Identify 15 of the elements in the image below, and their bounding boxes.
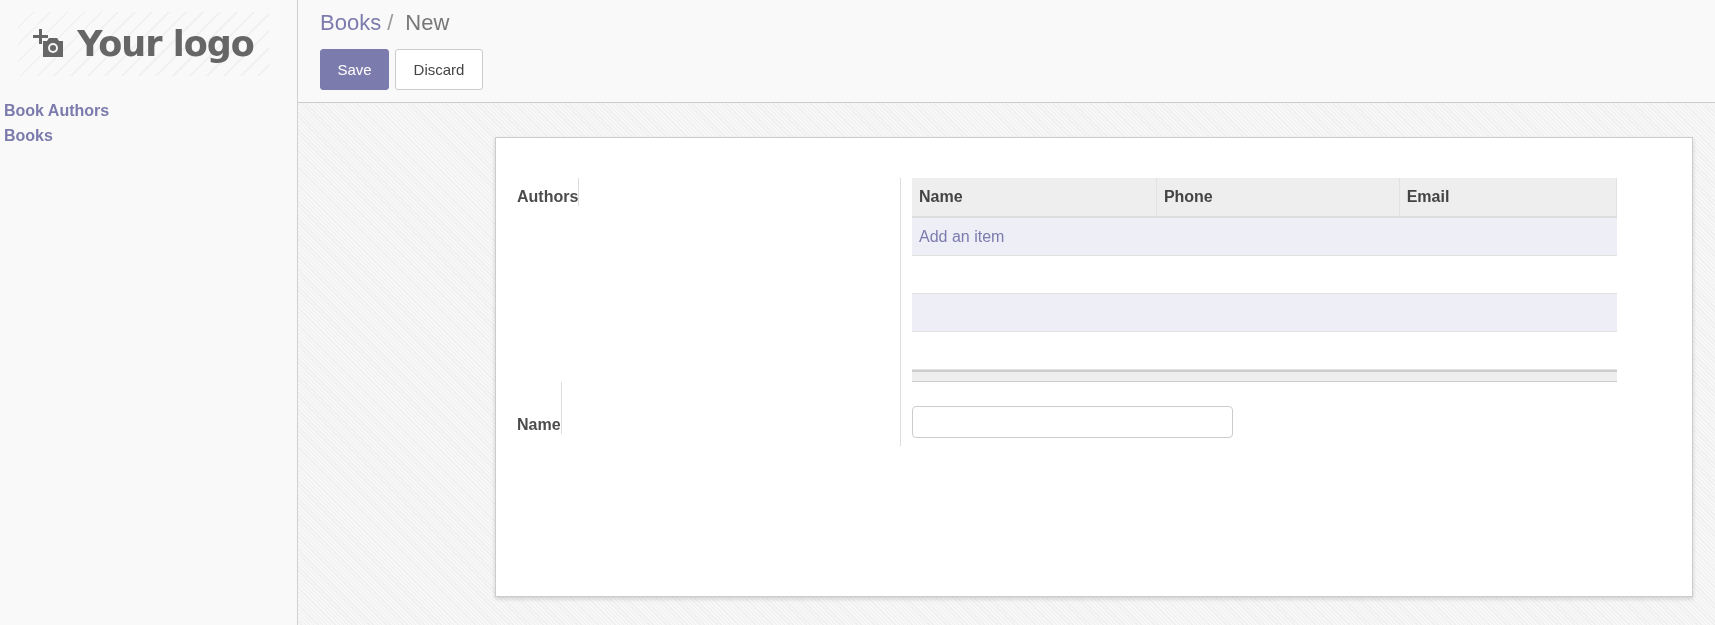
- column-header[interactable]: Phone: [1156, 178, 1400, 217]
- column-header[interactable]: Email: [1399, 178, 1617, 217]
- field-label: Authors: [517, 178, 580, 206]
- menu-link[interactable]: Book Authors: [4, 98, 110, 123]
- column-header[interactable]: Name: [912, 178, 1157, 217]
- logo-text: Your logo: [77, 24, 254, 64]
- add-item-link[interactable]: Add an item: [919, 227, 1005, 245]
- breadcrumb-separator: /: [387, 10, 394, 36]
- breadcrumb-link[interactable]: Books: [320, 10, 382, 36]
- save-button[interactable]: Save: [320, 49, 389, 90]
- discard-button[interactable]: Discard: [395, 49, 483, 90]
- menu-link[interactable]: Books: [4, 123, 53, 148]
- field-label: Name: [517, 382, 562, 434]
- name-input-field[interactable]: [912, 406, 1233, 438]
- breadcrumb-current: New: [405, 10, 450, 36]
